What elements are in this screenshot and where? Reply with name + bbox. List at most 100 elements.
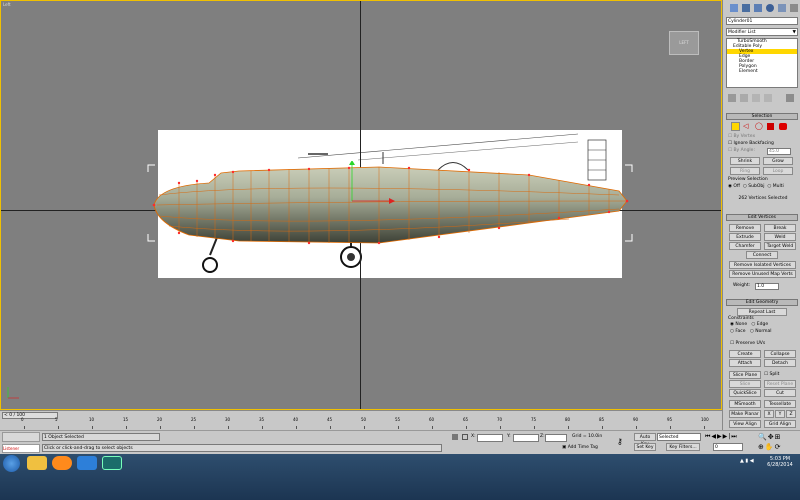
- set-key-button[interactable]: Set Key: [634, 443, 656, 451]
- lock-icon[interactable]: [452, 434, 458, 440]
- key-icon[interactable]: ⚷: [617, 437, 623, 446]
- tray-icons[interactable]: ▲ ▮ ◀: [740, 458, 760, 468]
- preview-multi-radio[interactable]: ○ Multi: [766, 184, 783, 189]
- cut-button[interactable]: Cut: [764, 389, 796, 397]
- mini-listener[interactable]: [2, 432, 40, 442]
- object-name-field[interactable]: Cylinder01: [726, 17, 798, 25]
- viewport-left[interactable]: Left LEFT: [0, 0, 722, 410]
- repeat-last-button[interactable]: Repeat Last: [737, 308, 787, 316]
- view-align-button[interactable]: View Align: [729, 420, 761, 428]
- loop-button[interactable]: Loop: [763, 167, 793, 175]
- auto-key-button[interactable]: Auto Key: [634, 433, 656, 447]
- explorer-taskbar-icon[interactable]: [27, 456, 47, 470]
- pin-stack-icon[interactable]: [728, 94, 736, 102]
- planar-x-button[interactable]: X: [764, 410, 774, 418]
- display-tab-icon[interactable]: [778, 4, 786, 12]
- z-coord-field[interactable]: [545, 434, 567, 442]
- split-checkbox[interactable]: ☐ Split: [764, 372, 779, 378]
- constraint-normal-radio[interactable]: ○ Normal: [747, 329, 772, 334]
- remove-isolated-vertices-button[interactable]: Remove Isolated Vertices: [729, 261, 796, 269]
- current-frame-field[interactable]: 0: [713, 443, 743, 451]
- preview-off-radio[interactable]: ◉ Off: [728, 184, 740, 189]
- utilities-tab-icon[interactable]: [790, 4, 798, 12]
- track-bar[interactable]: 0 5 10 15 20 25 30 35 40 45 50 55 60 65 70 75 80 85 90 95 10…: [20, 413, 710, 431]
- playback-controls[interactable]: ⏮◀▶▶|⏭: [705, 433, 753, 441]
- internet-explorer-taskbar-icon[interactable]: [77, 456, 97, 470]
- configure-modifier-sets-icon[interactable]: [786, 94, 794, 102]
- create-tab-icon[interactable]: [730, 4, 738, 12]
- extrude-button[interactable]: Extrude: [729, 233, 761, 241]
- stack-item-element[interactable]: Element: [727, 69, 797, 74]
- constraint-none-radio[interactable]: ◉ None: [730, 322, 747, 327]
- element-mode-icon[interactable]: [779, 123, 787, 130]
- target-weld-button[interactable]: Target Weld: [764, 242, 796, 250]
- selection-rollout-header[interactable]: Selection: [726, 113, 798, 120]
- absolute-mode-icon[interactable]: [462, 434, 468, 440]
- slice-plane-button[interactable]: Slice Plane: [729, 371, 761, 379]
- msmooth-button[interactable]: MSmooth: [729, 400, 761, 408]
- slice-button[interactable]: Slice: [729, 380, 761, 388]
- script-listener-field[interactable]: Listener: [2, 444, 40, 453]
- media-player-taskbar-icon[interactable]: [52, 456, 72, 470]
- by-angle-checkbox[interactable]: ☐ By Angle:: [728, 148, 755, 154]
- grid-align-button[interactable]: Grid Align: [764, 420, 796, 428]
- create-button[interactable]: Create: [729, 350, 761, 358]
- vertex-mode-icon[interactable]: [731, 122, 740, 131]
- viewcube[interactable]: LEFT: [669, 31, 699, 55]
- ignore-backfacing-checkbox[interactable]: ☐ Ignore Backfacing: [728, 141, 774, 147]
- shrink-button[interactable]: Shrink: [730, 157, 760, 165]
- hierarchy-tab-icon[interactable]: [754, 4, 762, 12]
- modify-tab-icon[interactable]: [742, 4, 750, 12]
- make-planar-button[interactable]: Make Planar: [729, 410, 761, 418]
- weight-field[interactable]: 1.0: [755, 283, 779, 290]
- detach-button[interactable]: Detach: [764, 359, 796, 367]
- key-filters-button[interactable]: Key Filters...: [666, 443, 700, 451]
- remove-button[interactable]: Remove: [729, 224, 761, 232]
- ring-button[interactable]: Ring: [730, 167, 760, 175]
- script-listener-label: Listener: [3, 446, 20, 451]
- y-coord-field[interactable]: [513, 434, 539, 442]
- edge-mode-icon[interactable]: ◁: [743, 122, 752, 131]
- reset-plane-button[interactable]: Reset Plane: [764, 380, 796, 388]
- quickslice-button[interactable]: QuickSlice: [729, 389, 761, 397]
- show-end-result-icon[interactable]: [740, 94, 748, 102]
- planar-y-button[interactable]: Y: [775, 410, 785, 418]
- by-vertex-checkbox[interactable]: ☐ By Vertex: [728, 134, 755, 140]
- fuselage-mesh[interactable]: [149, 161, 633, 251]
- add-time-tag[interactable]: ▣ Add Time Tag: [562, 445, 598, 451]
- weld-button[interactable]: Weld: [764, 233, 796, 241]
- preview-subobj-label: SubObj: [748, 184, 765, 189]
- constraint-edge-radio[interactable]: ○ Edge: [749, 322, 768, 327]
- remove-unused-map-verts-button[interactable]: Remove Unused Map Verts: [729, 270, 796, 278]
- make-unique-icon[interactable]: [752, 94, 760, 102]
- viewport-label[interactable]: Left: [3, 2, 11, 7]
- polygon-mode-icon[interactable]: [767, 123, 774, 130]
- tray-clock[interactable]: 5:03 PM 6/28/2014: [762, 456, 798, 468]
- start-button-icon[interactable]: [3, 455, 20, 472]
- motion-tab-icon[interactable]: [766, 4, 774, 12]
- grow-button[interactable]: Grow: [763, 157, 793, 165]
- constraint-face-radio[interactable]: ○ Face: [730, 329, 746, 334]
- border-mode-icon[interactable]: ◯: [755, 122, 764, 131]
- status-bar: 1 Object Selected Listener Click or clic…: [0, 430, 800, 455]
- break-button[interactable]: Break: [764, 224, 796, 232]
- 3dsmax-taskbar-icon[interactable]: [102, 456, 122, 470]
- chamfer-button[interactable]: Chamfer: [729, 242, 761, 250]
- edit-geometry-rollout-header[interactable]: Edit Geometry: [726, 299, 798, 306]
- tessellate-button[interactable]: Tessellate: [764, 400, 796, 408]
- viewport-navigation-icons[interactable]: 🔍✥⊞ ⊕✋⟳: [758, 432, 798, 454]
- collapse-button[interactable]: Collapse: [764, 350, 796, 358]
- selected-dropdown[interactable]: Selected: [657, 433, 701, 441]
- x-coord-field[interactable]: [477, 434, 503, 442]
- by-angle-field[interactable]: 45.0: [767, 148, 791, 155]
- edit-vertices-rollout-header[interactable]: Edit Vertices: [726, 214, 798, 221]
- timeline-tick-label: 5: [55, 417, 58, 422]
- timeline[interactable]: < 0 / 100 0 5 10 15 20 25 30 35 40 45 50 55 60 65 70 75…: [0, 410, 722, 431]
- planar-z-button[interactable]: Z: [786, 410, 796, 418]
- preserve-uvs-checkbox[interactable]: ☐ Preserve UVs: [730, 341, 765, 347]
- attach-button[interactable]: Attach: [729, 359, 761, 367]
- connect-button[interactable]: Connect: [746, 251, 778, 259]
- preview-subobj-radio[interactable]: ○ SubObj: [741, 184, 765, 189]
- remove-modifier-icon[interactable]: [764, 94, 772, 102]
- modifier-list-dropdown[interactable]: Modifier List ▼: [726, 28, 798, 36]
